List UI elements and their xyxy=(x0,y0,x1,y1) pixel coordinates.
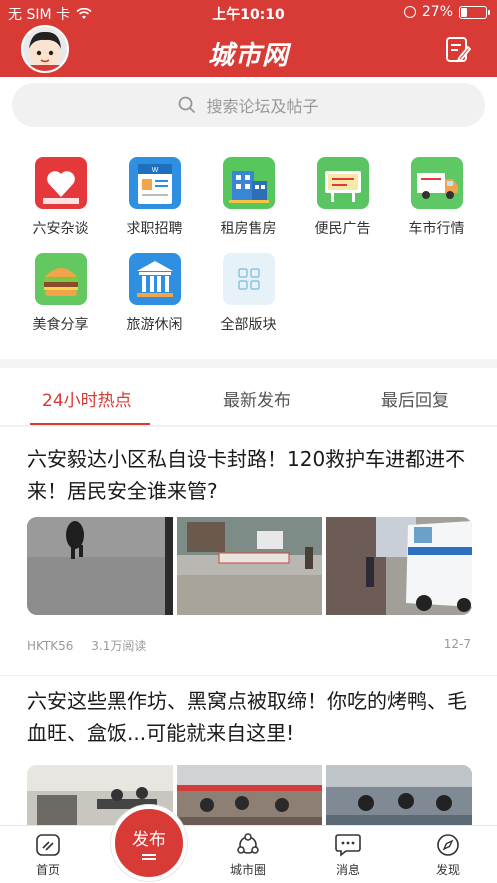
nav-label: 首页 xyxy=(35,863,60,877)
post-image xyxy=(326,517,472,615)
post-image xyxy=(176,517,323,615)
category-label: 六安杂谈 xyxy=(32,221,89,237)
app-title: 城市网 xyxy=(207,41,289,71)
category-travel[interactable]: 旅游休闲 xyxy=(108,253,201,334)
tab-hot-24h[interactable]: 24小时热点 xyxy=(42,386,132,411)
nav-home[interactable]: 首页 xyxy=(18,832,78,878)
compass-icon xyxy=(437,834,459,856)
heart-chat-icon xyxy=(34,157,87,209)
post-image xyxy=(176,765,323,825)
tab-last-reply[interactable]: 最后回复 xyxy=(381,386,449,411)
top-header: 无 SIM 卡 上午10:10 27% 城市网 xyxy=(0,0,497,77)
category-jobs[interactable]: W 求职招聘 xyxy=(108,157,201,238)
post-read-count: 3.1万阅读 xyxy=(91,639,147,653)
nav-label: 消息 xyxy=(335,863,360,877)
category-cars[interactable]: 车市行情 xyxy=(390,157,483,238)
city-circle-icon xyxy=(237,833,259,854)
nav-label: 城市圈 xyxy=(229,863,266,877)
truck-icon xyxy=(410,157,463,209)
burger-icon xyxy=(34,253,87,305)
search-input[interactable]: 搜索论坛及帖子 xyxy=(12,83,485,127)
bottom-nav: 首页 城市圈 消息 发现 xyxy=(0,825,497,883)
category-label: 车市行情 xyxy=(408,221,465,237)
category-label: 全部版块 xyxy=(220,317,277,333)
publish-label: 发布 xyxy=(132,830,166,850)
category-ads[interactable]: 便民广告 xyxy=(296,157,389,238)
active-tab-indicator xyxy=(30,423,150,425)
museum-icon xyxy=(128,253,181,305)
post-images xyxy=(27,765,472,825)
svg-text:W: W xyxy=(151,167,158,174)
billboard-icon xyxy=(316,157,369,209)
category-all[interactable]: 全部版块 xyxy=(202,253,295,334)
post-images xyxy=(27,517,472,615)
post-image xyxy=(326,765,472,825)
nav-city-circle[interactable]: 城市圈 xyxy=(218,832,278,878)
status-bar: 无 SIM 卡 上午10:10 27% xyxy=(0,0,497,26)
publish-button[interactable]: 发布 xyxy=(111,805,187,881)
post-author: HKTK56 xyxy=(27,639,74,653)
category-label: 便民广告 xyxy=(314,221,371,237)
home-icon xyxy=(36,834,60,856)
post-divider xyxy=(0,675,497,676)
publish-lines-icon xyxy=(142,854,156,860)
battery-icon xyxy=(459,5,490,19)
search-placeholder: 搜索论坛及帖子 xyxy=(206,97,319,116)
post-meta: HKTK56 3.1万阅读 12-7 xyxy=(27,637,471,654)
category-label: 旅游休闲 xyxy=(126,317,183,333)
rotation-lock-icon xyxy=(403,6,416,18)
post-date: 12-7 xyxy=(443,637,471,651)
category-grid: 六安杂谈 W 求职招聘 租房售房 便民广告 车市行情 美食分享 旅游休闲 全部版… xyxy=(0,137,497,359)
post-image xyxy=(27,517,173,615)
post-title: 六安这些黑作坊、黑窝点被取缔！你吃的烤鸭、毛血旺、盒饭...可能就来自这里! xyxy=(27,689,467,745)
compose-icon[interactable] xyxy=(445,36,471,64)
category-label: 租房售房 xyxy=(220,221,277,237)
category-food[interactable]: 美食分享 xyxy=(14,253,107,334)
category-housing[interactable]: 租房售房 xyxy=(202,157,295,238)
nav-label: 发现 xyxy=(435,863,460,877)
feed-tabs: 24小时热点 最新发布 最后回复 xyxy=(0,368,497,426)
nav-discover[interactable]: 发现 xyxy=(418,832,478,878)
category-label: 美食分享 xyxy=(32,317,89,333)
grid-icon xyxy=(222,253,275,305)
category-label: 求职招聘 xyxy=(126,221,183,237)
message-icon xyxy=(335,834,361,857)
battery-text: 27% xyxy=(421,4,453,20)
word-resume-icon: W xyxy=(128,157,181,209)
tab-latest[interactable]: 最新发布 xyxy=(223,386,291,411)
search-icon xyxy=(179,96,196,114)
building-icon xyxy=(222,157,275,209)
search-section: 搜索论坛及帖子 xyxy=(0,77,497,137)
post-title: 六安毅达小区私自设卡封路！120救护车进都进不来！居民安全谁来管? xyxy=(27,447,466,503)
nav-messages[interactable]: 消息 xyxy=(318,832,378,878)
category-liuan-chat[interactable]: 六安杂谈 xyxy=(14,157,107,238)
post-feed: 六安毅达小区私自设卡封路！120救护车进都进不来！居民安全谁来管? HKTK56… xyxy=(0,427,497,825)
